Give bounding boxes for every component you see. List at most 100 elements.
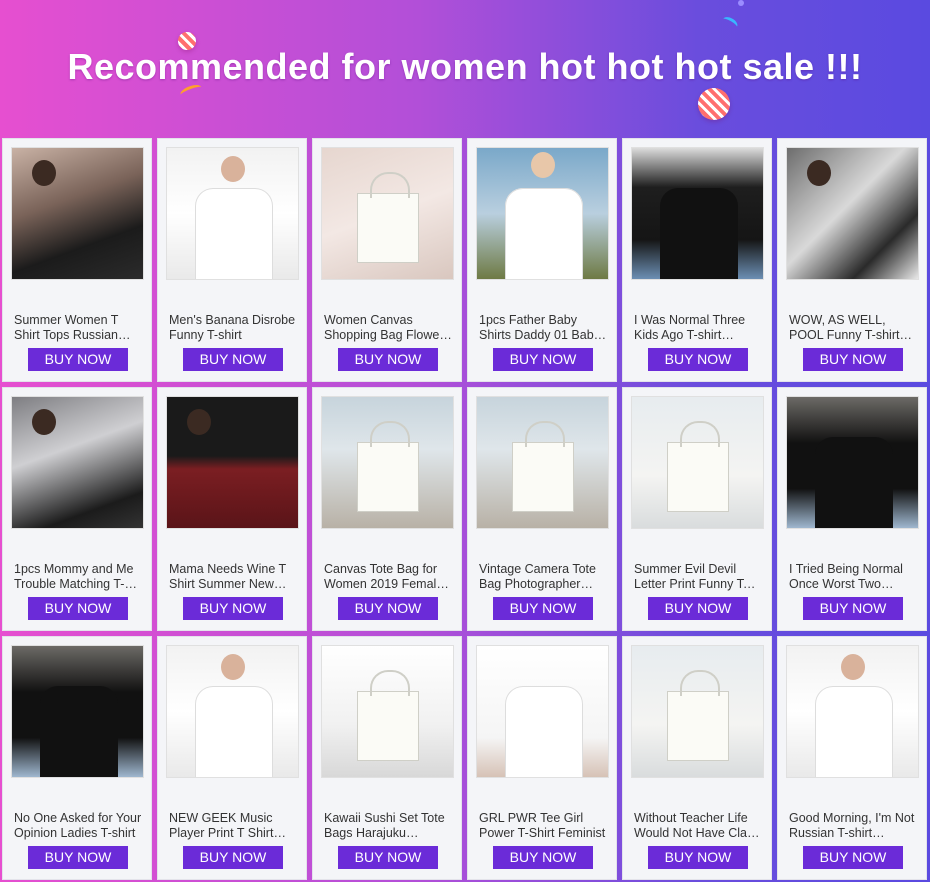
product-title[interactable]: I Was Normal Three Kids Ago T-shirt Casu… [634, 313, 762, 343]
product-image[interactable] [166, 147, 299, 280]
tshirt-graphic [660, 188, 738, 279]
product-title[interactable]: Mama Needs Wine T Shirt Summer New Women [169, 562, 297, 592]
product-card[interactable]: I Was Normal Three Kids Ago T-shirt Casu… [622, 138, 772, 382]
tshirt-graphic [195, 686, 273, 777]
tote-bag-graphic [357, 172, 419, 263]
product-image[interactable] [631, 645, 764, 778]
model-head [32, 160, 56, 186]
product-card[interactable]: 1pcs Father Baby Shirts Daddy 01 Baby 01… [467, 138, 617, 382]
tshirt-graphic [40, 686, 118, 777]
product-image[interactable] [476, 645, 609, 778]
product-card[interactable]: Summer Evil Devil Letter Print Funny Tot… [622, 387, 772, 631]
product-card[interactable]: Kawaii Sushi Set Tote Bags Harajuku Shop… [312, 636, 462, 880]
confetti-dot-icon [738, 0, 744, 6]
product-card[interactable]: NEW GEEK Music Player Print T Shirt Men B… [157, 636, 307, 880]
product-image[interactable] [321, 396, 454, 529]
buy-now-button[interactable]: BUY NOW [183, 348, 283, 371]
buy-now-button[interactable]: BUY NOW [648, 846, 748, 869]
buy-now-button[interactable]: BUY NOW [803, 846, 903, 869]
product-title[interactable]: No One Asked for Your Opinion Ladies T-s… [14, 811, 142, 841]
product-image[interactable] [786, 147, 919, 280]
product-title[interactable]: Canvas Tote Bag for Women 2019 Female Sh… [324, 562, 452, 592]
product-card[interactable]: WOW, AS WELL, POOL Funny T-shirt Women BU… [777, 138, 927, 382]
product-image[interactable] [631, 147, 764, 280]
product-card[interactable]: I Tried Being Normal Once Worst Two Minu… [777, 387, 927, 631]
product-card[interactable]: Good Morning, I'm Not Russian T-shirt Wo… [777, 636, 927, 880]
product-card[interactable]: 1pcs Mommy and Me Trouble Matching T-shi… [2, 387, 152, 631]
tshirt-graphic [195, 188, 273, 279]
buy-now-button[interactable]: BUY NOW [183, 846, 283, 869]
product-title[interactable]: Men's Banana Disrobe Funny T-shirt [169, 313, 297, 343]
buy-now-button[interactable]: BUY NOW [28, 846, 128, 869]
confetti-ball-icon [698, 88, 730, 120]
buy-now-button[interactable]: BUY NOW [493, 597, 593, 620]
tshirt-graphic [815, 437, 893, 528]
tote-bag-graphic [357, 421, 419, 512]
product-card[interactable]: Summer Women T Shirt Tops Russian Inscri… [2, 138, 152, 382]
product-card[interactable]: Canvas Tote Bag for Women 2019 Female Sh… [312, 387, 462, 631]
buy-now-button[interactable]: BUY NOW [803, 348, 903, 371]
product-card[interactable]: Without Teacher Life Would Not Have Clas… [622, 636, 772, 880]
buy-now-button[interactable]: BUY NOW [648, 348, 748, 371]
product-title[interactable]: NEW GEEK Music Player Print T Shirt Men [169, 811, 297, 841]
product-card[interactable]: Men's Banana Disrobe Funny T-shirt BUY NO… [157, 138, 307, 382]
tote-bag-graphic [667, 670, 729, 761]
product-card[interactable]: Vintage Camera Tote Bag Photographer Sho… [467, 387, 617, 631]
confetti-streamer-icon [720, 14, 740, 32]
product-title[interactable]: Good Morning, I'm Not Russian T-shirt Wo… [789, 811, 917, 841]
product-grid: Summer Women T Shirt Tops Russian Inscri… [2, 138, 928, 882]
product-card[interactable]: GRL PWR Tee Girl Power T-Shirt Feminist B… [467, 636, 617, 880]
baby-head [531, 152, 555, 178]
buy-now-button[interactable]: BUY NOW [648, 597, 748, 620]
buy-now-button[interactable]: BUY NOW [493, 846, 593, 869]
product-image[interactable] [166, 645, 299, 778]
buy-now-button[interactable]: BUY NOW [28, 597, 128, 620]
product-image[interactable] [321, 645, 454, 778]
product-title[interactable]: Summer Women T Shirt Tops Russian Inscri… [14, 313, 142, 343]
product-title[interactable]: Vintage Camera Tote Bag Photographer Sho… [479, 562, 607, 592]
buy-now-button[interactable]: BUY NOW [28, 348, 128, 371]
tshirt-graphic [505, 686, 583, 777]
product-card[interactable]: No One Asked for Your Opinion Ladies T-s… [2, 636, 152, 880]
promo-banner: Recommended for women hot hot hot sale !… [0, 0, 930, 138]
tote-bag-graphic [357, 670, 419, 761]
tshirt-graphic [815, 686, 893, 777]
buy-now-button[interactable]: BUY NOW [338, 846, 438, 869]
buy-now-button[interactable]: BUY NOW [803, 597, 903, 620]
banner-title: Recommended for women hot hot hot sale !… [67, 46, 863, 87]
product-image[interactable] [11, 396, 144, 529]
buy-now-button[interactable]: BUY NOW [338, 597, 438, 620]
model-head [841, 654, 865, 680]
product-image[interactable] [476, 147, 609, 280]
product-title[interactable]: 1pcs Father Baby Shirts Daddy 01 Baby 01 [479, 313, 607, 343]
product-image[interactable] [476, 396, 609, 529]
product-image[interactable] [786, 645, 919, 778]
product-title[interactable]: I Tried Being Normal Once Worst Two Minu… [789, 562, 917, 592]
model-head [32, 409, 56, 435]
model-head [221, 156, 245, 182]
product-image[interactable] [786, 396, 919, 529]
model-head [807, 160, 831, 186]
product-title[interactable]: Kawaii Sushi Set Tote Bags Harajuku Shop… [324, 811, 452, 841]
product-title[interactable]: Without Teacher Life Would Not Have Clas… [634, 811, 762, 841]
product-image[interactable] [11, 645, 144, 778]
tshirt-graphic [505, 188, 583, 279]
product-title[interactable]: WOW, AS WELL, POOL Funny T-shirt Women [789, 313, 917, 343]
model-head [187, 409, 211, 435]
product-title[interactable]: 1pcs Mommy and Me Trouble Matching T-shi… [14, 562, 142, 592]
product-image[interactable] [321, 147, 454, 280]
tote-bag-graphic [512, 421, 574, 512]
product-card[interactable]: Mama Needs Wine T Shirt Summer New Women… [157, 387, 307, 631]
tote-bag-graphic [667, 421, 729, 512]
model-head [221, 654, 245, 680]
product-title[interactable]: GRL PWR Tee Girl Power T-Shirt Feminist [479, 811, 607, 841]
buy-now-button[interactable]: BUY NOW [493, 348, 593, 371]
product-image[interactable] [11, 147, 144, 280]
product-image[interactable] [166, 396, 299, 529]
buy-now-button[interactable]: BUY NOW [338, 348, 438, 371]
buy-now-button[interactable]: BUY NOW [183, 597, 283, 620]
product-title[interactable]: Summer Evil Devil Letter Print Funny Tot… [634, 562, 762, 592]
product-image[interactable] [631, 396, 764, 529]
product-card[interactable]: Women Canvas Shopping Bag Flowers Print B… [312, 138, 462, 382]
product-title[interactable]: Women Canvas Shopping Bag Flowers Print [324, 313, 452, 343]
